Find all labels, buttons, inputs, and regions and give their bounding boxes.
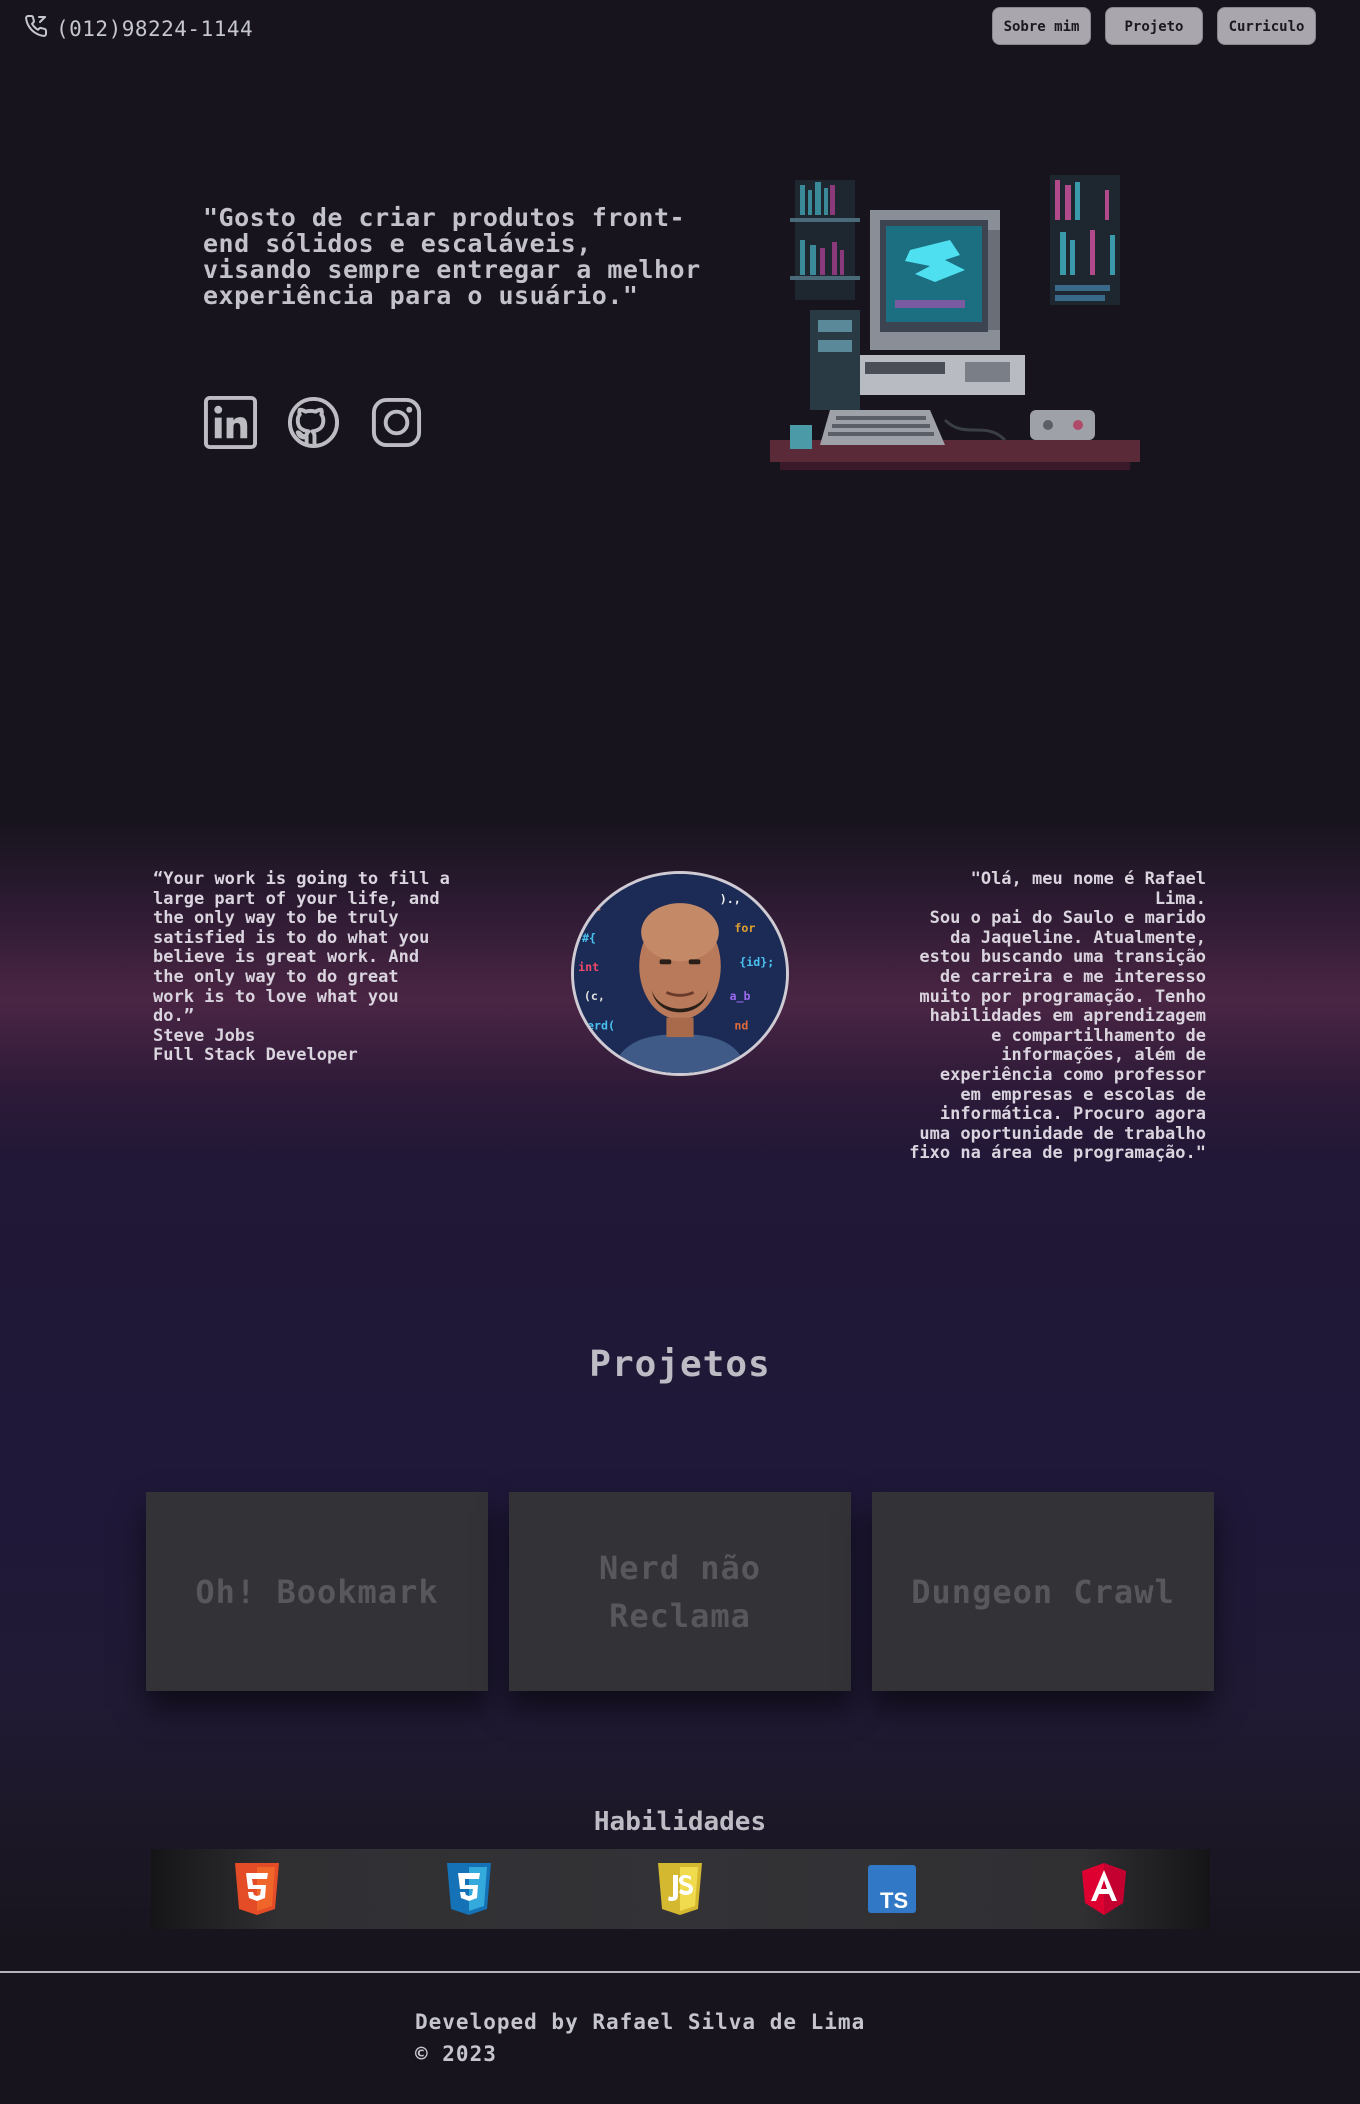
- projects-title: Projetos: [589, 1344, 771, 1385]
- phone-contact: (012)98224-1144: [24, 14, 253, 43]
- html5-icon: [231, 1861, 283, 1917]
- bio-line: fixo na área de programação.": [909, 1143, 1206, 1164]
- top-nav: Sobre mim Projeto Curriculo: [992, 7, 1316, 45]
- css3-icon: [443, 1861, 495, 1917]
- bio-line: de carreira e me interesso: [939, 966, 1206, 987]
- phone-icon: [24, 14, 48, 43]
- bio-line: Lima.: [1154, 888, 1206, 909]
- hero-quote: "Gosto de criar produtos front-end sólid…: [203, 203, 701, 310]
- bio-line: Sou o pai do Saulo e marido: [929, 908, 1206, 929]
- project-card-dungeon-crawl[interactable]: Dungeon Crawl: [872, 1492, 1214, 1691]
- svg-text:#{: #{: [582, 931, 596, 945]
- about-bio: "Olá, meu nome é Rafael Lima. Sou o pai …: [832, 869, 1206, 1164]
- quote-author-title: Full Stack Developer: [153, 1045, 358, 1066]
- project-card-title: Nerd não Reclama: [598, 1548, 762, 1635]
- bio-line: estou buscando uma transição: [919, 947, 1206, 968]
- footer-divider: [0, 1971, 1360, 1973]
- social-links: [203, 395, 424, 450]
- bio-line: uma oportunidade de trabalho: [919, 1123, 1206, 1144]
- quote-line: large part of your life, and: [153, 888, 440, 909]
- quote-author: Steve Jobs: [153, 1025, 256, 1046]
- footer-copyright: © 2023: [415, 2042, 497, 2066]
- angular-icon: [1078, 1861, 1130, 1917]
- instagram-icon[interactable]: [369, 395, 424, 450]
- svg-text:for: for: [734, 921, 755, 935]
- bio-line: habilidades em aprendizagem: [929, 1006, 1206, 1027]
- quote-line: do.”: [153, 1006, 194, 1027]
- bio-line: em empresas e escolas de: [960, 1084, 1206, 1105]
- project-card-title: Oh! Bookmark: [195, 1572, 439, 1611]
- quote-line: “Your work is going to fill a: [153, 869, 450, 889]
- bio-line: da Jaqueline. Atualmente,: [950, 927, 1206, 948]
- quote-line: the only way to do great: [153, 966, 399, 987]
- bio-line: informações, além de: [1001, 1045, 1206, 1066]
- quote-line: believe is great work. And: [153, 947, 420, 968]
- retro-computer-illustration: [770, 170, 1140, 500]
- svg-text:{id};: {id};: [739, 955, 774, 969]
- typescript-icon: TS: [866, 1861, 918, 1917]
- skills-carousel: TS: [151, 1849, 1210, 1929]
- skills-title: Habilidades: [593, 1807, 767, 1837]
- svg-text:int: int: [578, 960, 599, 974]
- github-icon[interactable]: [286, 395, 341, 450]
- phone-number: (012)98224-1144: [56, 16, 254, 41]
- quote-line: work is to love what you: [153, 986, 399, 1007]
- bio-line: e compartilhamento de: [991, 1025, 1206, 1046]
- project-card-oh-bookmark[interactable]: Oh! Bookmark: [146, 1492, 488, 1691]
- bio-line: experiência como professor: [939, 1064, 1206, 1085]
- bio-line: muito por programação. Tenho: [919, 986, 1206, 1007]
- nav-resume-button[interactable]: Curriculo: [1217, 7, 1316, 45]
- footer: Developed by Rafael Silva de Lima © 2023: [415, 2006, 865, 2070]
- svg-text:).,: ).,: [720, 892, 741, 906]
- svg-text:a_b: a_b: [730, 989, 751, 1004]
- project-card-title: Dungeon Crawl: [911, 1572, 1175, 1611]
- project-card-nerd-nao-reclama[interactable]: Nerd não Reclama: [509, 1492, 851, 1691]
- about-quote: “Your work is going to fill a large part…: [153, 869, 538, 1066]
- svg-text:(c,: (c,: [584, 989, 605, 1003]
- javascript-icon: [654, 1861, 706, 1917]
- footer-credit: Developed by Rafael Silva de Lima: [415, 2010, 866, 2034]
- svg-text:TS: TS: [880, 1888, 908, 1913]
- svg-text:nd: nd: [734, 1018, 748, 1032]
- nav-about-button[interactable]: Sobre mim: [992, 7, 1091, 45]
- bio-line: informática. Procuro agora: [939, 1104, 1206, 1125]
- nav-projects-button[interactable]: Projeto: [1105, 7, 1203, 45]
- quote-line: satisfied is to do what you: [153, 927, 430, 948]
- avatar: </> )., #{ for int {id}; (c, a_b nerd( n…: [571, 871, 789, 1076]
- bio-line: "Olá, meu nome é Rafael: [970, 869, 1206, 889]
- quote-line: the only way to be truly: [153, 908, 399, 929]
- linkedin-icon[interactable]: [203, 395, 258, 450]
